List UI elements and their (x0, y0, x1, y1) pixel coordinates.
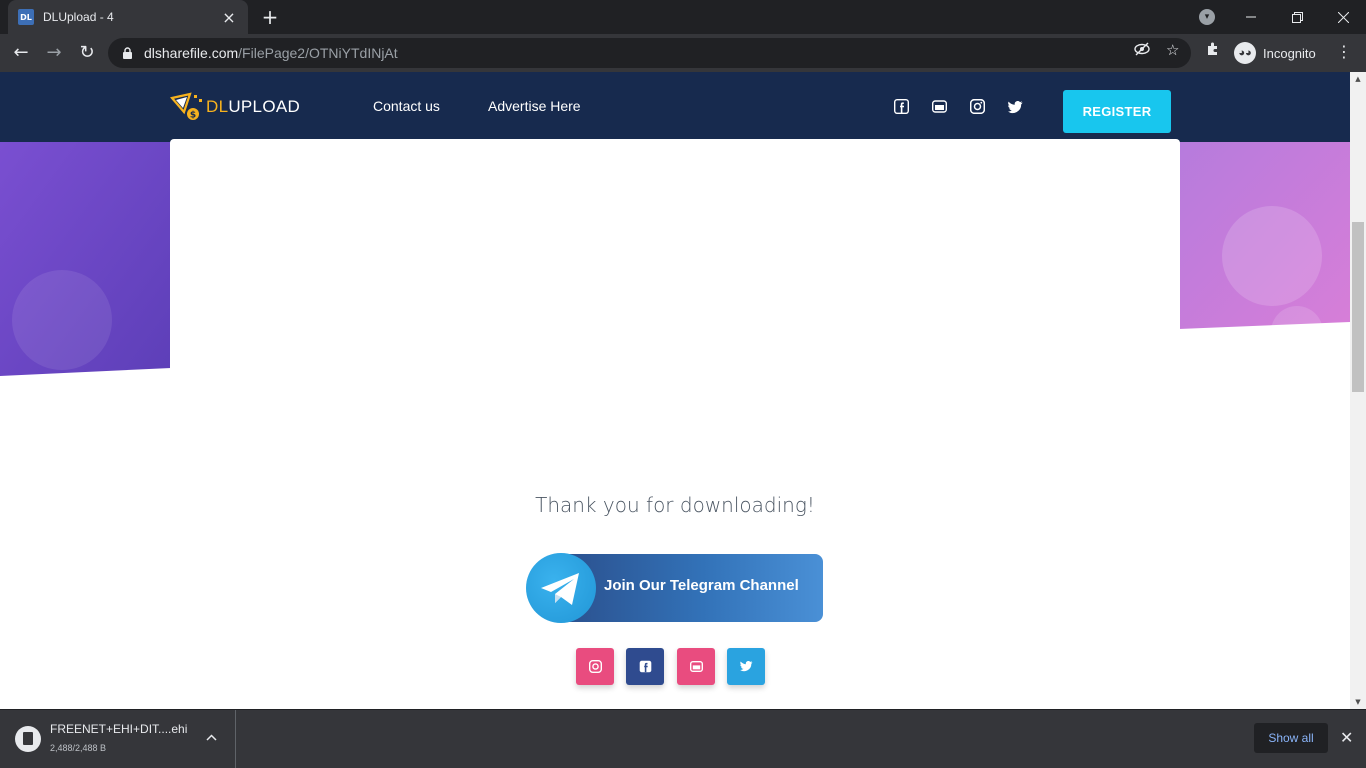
logo-icon: $ (170, 92, 202, 121)
scroll-down-icon[interactable]: ▼ (1350, 695, 1366, 709)
tab-strip: DL DLUpload - 4 × + ▾ (0, 0, 1366, 34)
youtube-icon (689, 661, 703, 672)
incognito-indicator[interactable]: ◕◕ Incognito (1234, 40, 1316, 66)
instagram-button[interactable] (576, 648, 614, 685)
join-telegram-button[interactable]: Join Our Telegram Channel (526, 553, 823, 623)
right-gradient-decoration (1179, 142, 1350, 332)
site-header: $ DLUPLOAD Contact us Advertise Here REG… (0, 72, 1350, 142)
new-tab-icon[interactable]: + (258, 5, 282, 29)
lock-icon[interactable] (122, 47, 134, 59)
facebook-button[interactable] (626, 648, 664, 685)
page-viewport: $ DLUPLOAD Contact us Advertise Here REG… (0, 72, 1350, 709)
url-text[interactable]: dlsharefile.com/FilePage2/OTNiYTdINjAt (144, 45, 398, 61)
twitter-button[interactable] (727, 648, 765, 685)
eye-off-icon[interactable] (1134, 41, 1150, 61)
register-button[interactable]: REGISTER (1063, 90, 1171, 133)
facebook-icon (639, 660, 651, 673)
file-icon (15, 726, 41, 752)
reload-icon[interactable]: ↻ (74, 40, 100, 66)
page-scrollbar[interactable]: ▲ ▼ (1350, 72, 1366, 709)
forward-icon[interactable]: → (41, 40, 67, 66)
nav-contact-us[interactable]: Contact us (373, 98, 440, 114)
scroll-up-icon[interactable]: ▲ (1350, 72, 1366, 86)
download-file-name: FREENET+EHI+DIT....ehi (50, 722, 188, 736)
download-item[interactable]: FREENET+EHI+DIT....ehi 2,488/2,488 B (0, 710, 236, 768)
restore-icon[interactable] (1274, 0, 1320, 34)
svg-text:$: $ (190, 111, 196, 121)
download-shelf: FREENET+EHI+DIT....ehi 2,488/2,488 B Sho… (0, 709, 1366, 768)
scroll-thumb[interactable] (1352, 222, 1364, 392)
browser-tab[interactable]: DL DLUpload - 4 × (8, 0, 248, 34)
tab-search-icon[interactable]: ▾ (1199, 9, 1215, 25)
youtube-icon[interactable] (931, 99, 948, 115)
twitter-icon (739, 661, 752, 672)
show-all-button[interactable]: Show all (1254, 723, 1328, 753)
telegram-icon (526, 553, 596, 623)
youtube-button[interactable] (677, 648, 715, 685)
extensions-icon[interactable] (1205, 41, 1221, 61)
telegram-label: Join Our Telegram Channel (604, 577, 799, 594)
site-favicon-icon: DL (18, 9, 34, 25)
close-shelf-icon[interactable]: ✕ (1340, 728, 1353, 747)
bookmark-star-icon[interactable]: ☆ (1166, 41, 1179, 59)
browser-toolbar: ← → ↻ dlsharefile.com/FilePage2/OTNiYTdI… (0, 34, 1366, 72)
logo-text: DLUPLOAD (206, 97, 301, 116)
browser-menu-icon[interactable]: ⋮ (1336, 42, 1352, 61)
left-gradient-decoration (0, 142, 171, 376)
twitter-icon[interactable] (1008, 99, 1024, 115)
nav-advertise-here[interactable]: Advertise Here (488, 98, 581, 114)
instagram-icon[interactable] (969, 98, 986, 115)
chevron-up-icon[interactable] (206, 730, 217, 744)
tab-title: DLUpload - 4 (43, 10, 114, 24)
address-bar[interactable]: dlsharefile.com/FilePage2/OTNiYTdINjAt (108, 38, 1191, 68)
back-icon[interactable]: ← (8, 40, 34, 66)
close-window-icon[interactable] (1320, 0, 1366, 34)
minimize-icon[interactable] (1228, 0, 1274, 34)
instagram-icon (588, 660, 602, 673)
download-progress: 2,488/2,488 B (50, 743, 107, 753)
tab-close-icon[interactable]: × (220, 8, 238, 27)
thanks-message: Thank you for downloading! (535, 493, 815, 517)
content-card (170, 139, 1180, 399)
incognito-icon: ◕◕ (1234, 42, 1256, 64)
facebook-icon[interactable] (893, 98, 910, 115)
site-logo[interactable]: $ DLUPLOAD (170, 92, 300, 122)
